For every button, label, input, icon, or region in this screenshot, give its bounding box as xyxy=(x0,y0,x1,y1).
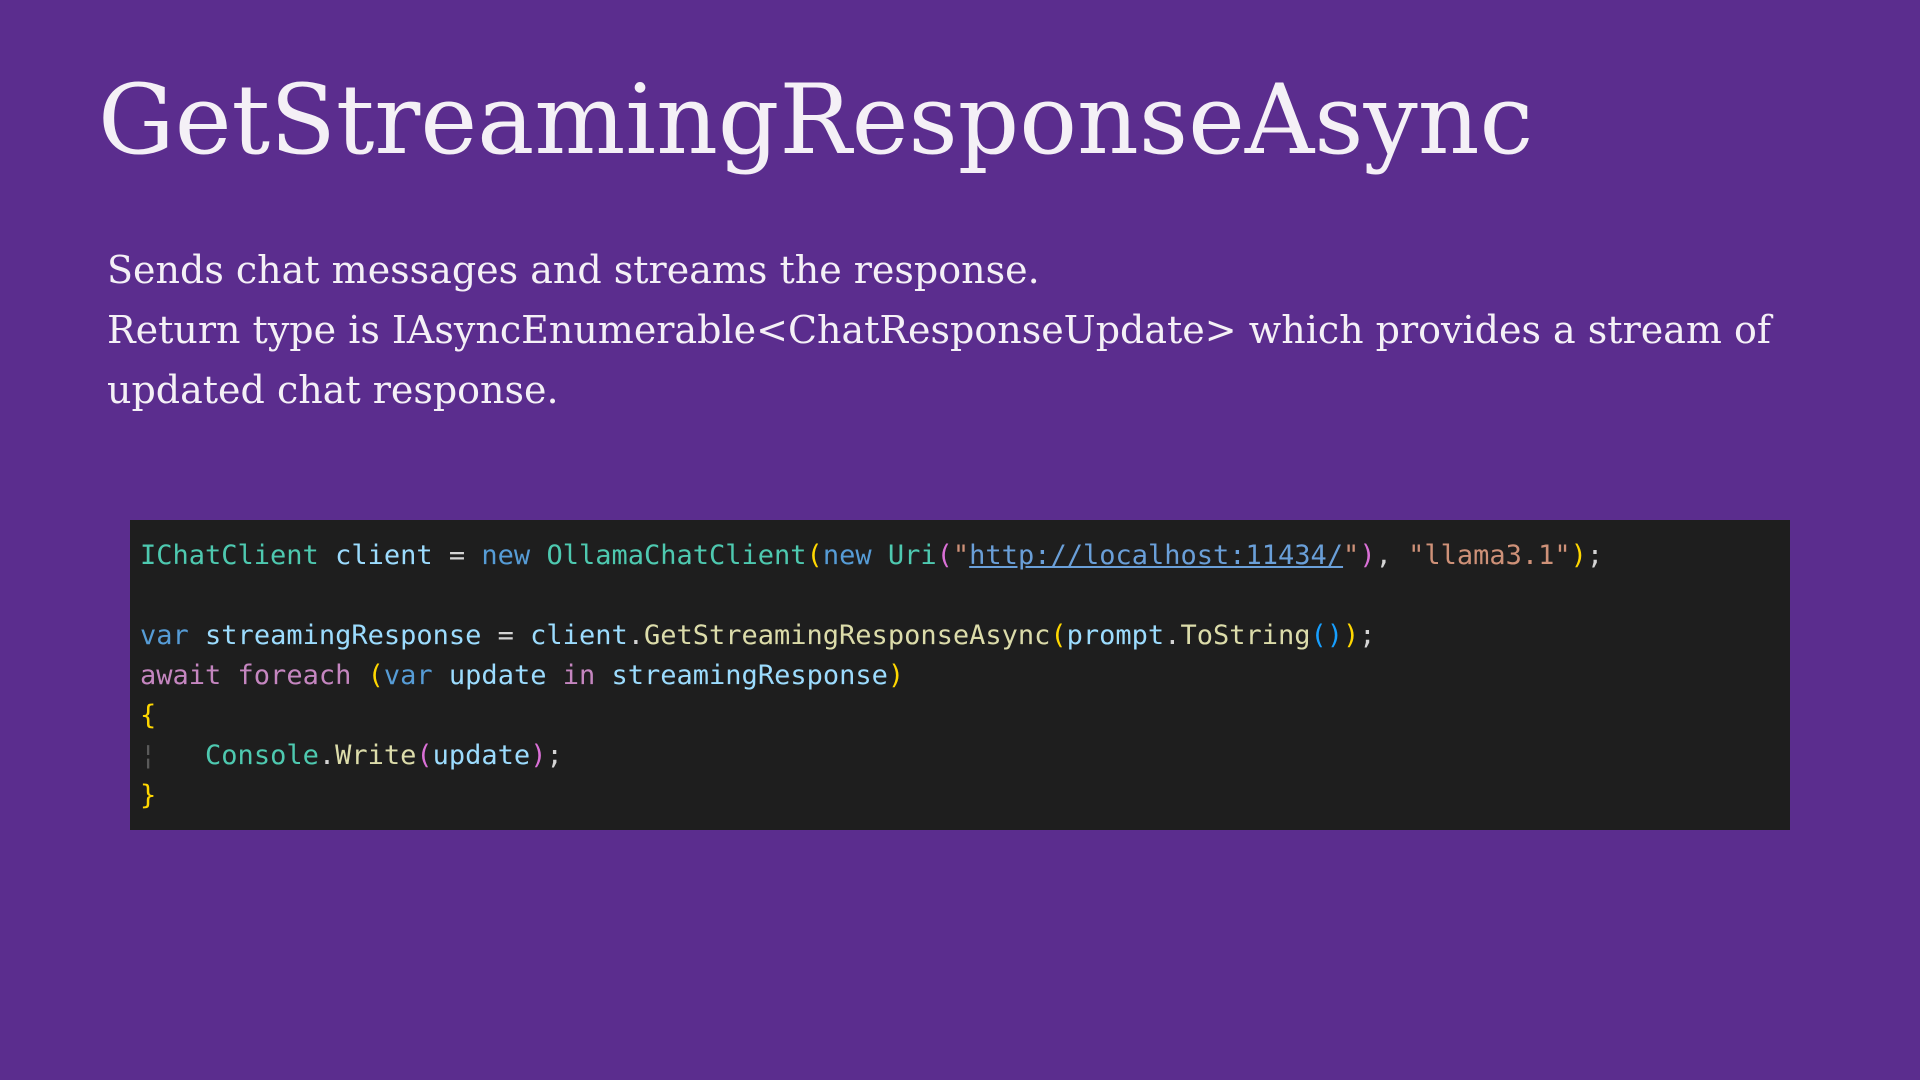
code-token: new xyxy=(822,540,872,571)
code-line-6: } xyxy=(140,776,1790,816)
code-token: prompt xyxy=(1066,620,1165,651)
slide-body: Sends chat messages and streams the resp… xyxy=(107,240,1827,420)
code-token: IChatClient xyxy=(140,540,319,571)
code-token: = xyxy=(481,620,531,651)
body-line-1: Sends chat messages and streams the resp… xyxy=(107,248,1040,292)
code-token: ; xyxy=(546,740,563,771)
code-token: await xyxy=(140,660,222,691)
code-snippet: IChatClient client = new OllamaChatClien… xyxy=(130,520,1790,830)
code-line-3: await foreach (var update in streamingRe… xyxy=(140,656,1790,696)
code-token: " xyxy=(952,540,970,571)
code-token: ) xyxy=(1359,540,1376,571)
code-token: . xyxy=(627,620,644,651)
code-line-4: { xyxy=(140,696,1790,736)
code-token: } xyxy=(140,780,157,811)
code-token: ( xyxy=(416,740,433,771)
code-token: , xyxy=(1375,540,1409,571)
code-line-1: IChatClient client = new OllamaChatClien… xyxy=(140,536,1790,576)
code-token: streamingResponse xyxy=(611,660,888,691)
code-token: Write xyxy=(335,740,417,771)
code-token: client xyxy=(530,620,628,651)
code-token: in xyxy=(562,660,596,691)
code-token: "llama3.1" xyxy=(1408,540,1571,571)
code-token: ( xyxy=(806,540,823,571)
code-token: ) xyxy=(530,740,547,771)
code-token: ( xyxy=(1050,620,1067,651)
code-token: streamingResponse xyxy=(205,620,482,651)
code-token: . xyxy=(1164,620,1181,651)
code-token: client xyxy=(335,540,433,571)
code-token: update xyxy=(448,660,547,691)
code-token: GetStreamingResponseAsync xyxy=(643,620,1051,651)
code-token: OllamaChatClient xyxy=(546,540,807,571)
code-token: ) xyxy=(887,660,905,691)
code-token: ( xyxy=(936,540,953,571)
code-token: . xyxy=(318,740,336,771)
code-token: " xyxy=(1343,540,1360,571)
code-token: ; xyxy=(1586,540,1604,571)
code-token: new xyxy=(481,540,531,571)
code-token: foreach xyxy=(237,660,352,691)
slide-title: GetStreamingResponseAsync xyxy=(98,64,1534,176)
code-url-link[interactable]: http://localhost:11434/ xyxy=(969,540,1343,571)
code-token: var xyxy=(140,620,189,651)
code-token: ( xyxy=(367,660,384,691)
code-token: () xyxy=(1310,620,1344,651)
code-token: update xyxy=(432,740,531,771)
code-line-2: var streamingResponse = client.GetStream… xyxy=(140,616,1790,656)
indent-guide: ¦ xyxy=(140,740,157,771)
code-token: var xyxy=(383,660,433,691)
code-token: { xyxy=(140,700,157,731)
body-line-2: Return type is IAsyncEnumerable<ChatResp… xyxy=(107,308,1771,412)
code-token: Console xyxy=(205,740,319,771)
code-line-5: ¦ Console.Write(update); xyxy=(140,736,1790,776)
code-token: ) xyxy=(1343,620,1360,651)
code-token: ; xyxy=(1359,620,1376,651)
code-token: ) xyxy=(1570,540,1587,571)
code-token: ToString xyxy=(1180,620,1311,651)
code-token: = xyxy=(432,540,482,571)
code-token: Uri xyxy=(887,540,937,571)
